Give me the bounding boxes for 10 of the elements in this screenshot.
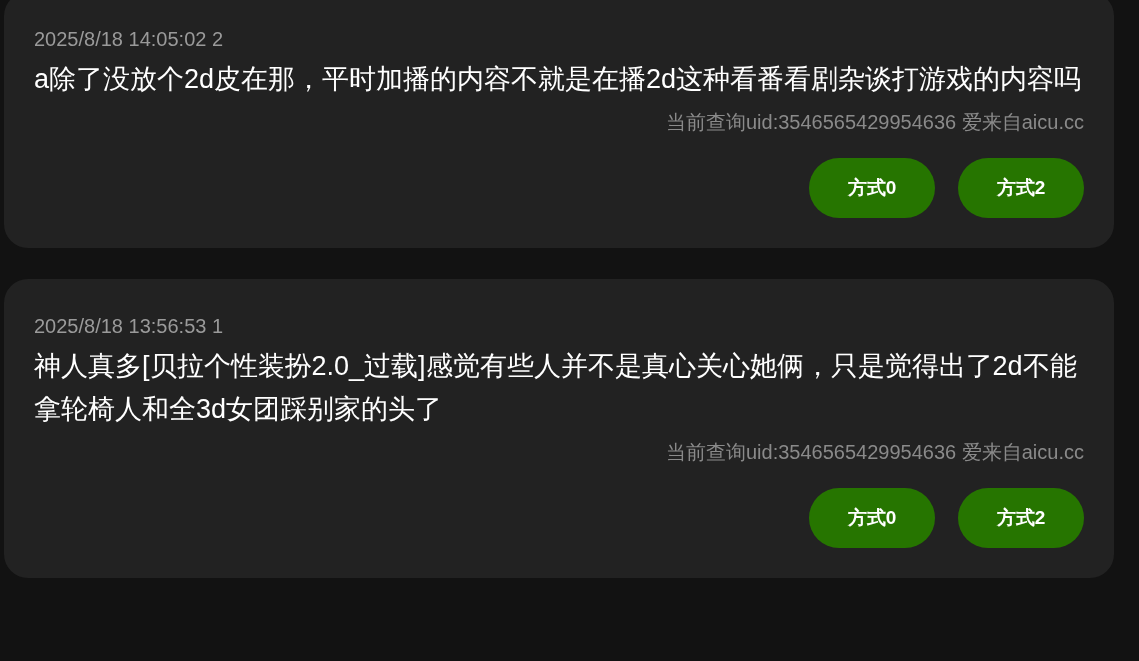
mode-button[interactable]: 方式0	[809, 488, 935, 548]
comment-meta: 当前查询uid:3546565429954636 爱来自aicu.cc	[665, 440, 1084, 465]
comment-meta: 当前查询uid:3546565429954636 爱来自aicu.cc	[665, 110, 1084, 135]
comment-time: 2025/8/18 14:05:02 2	[34, 27, 225, 52]
comment-time: 2025/8/18 13:56:53 1	[34, 314, 225, 339]
mode-button[interactable]: 方式0	[809, 158, 935, 218]
comment-text: 神人真多[贝拉个性装扮2.0_过载]感觉有些人并不是真心关心她俩，只是觉得出了2d不能拿轮椅人和全3d女团踩别家的头了	[34, 350, 1078, 426]
comment-text: a除了没放个2d皮在那，平时加播的内容不就是在播2d这种看番看剧杂谈打游戏的内容吗	[34, 63, 1083, 96]
mode-button[interactable]: 方式2	[958, 488, 1084, 548]
mode-button[interactable]: 方式2	[958, 158, 1084, 218]
